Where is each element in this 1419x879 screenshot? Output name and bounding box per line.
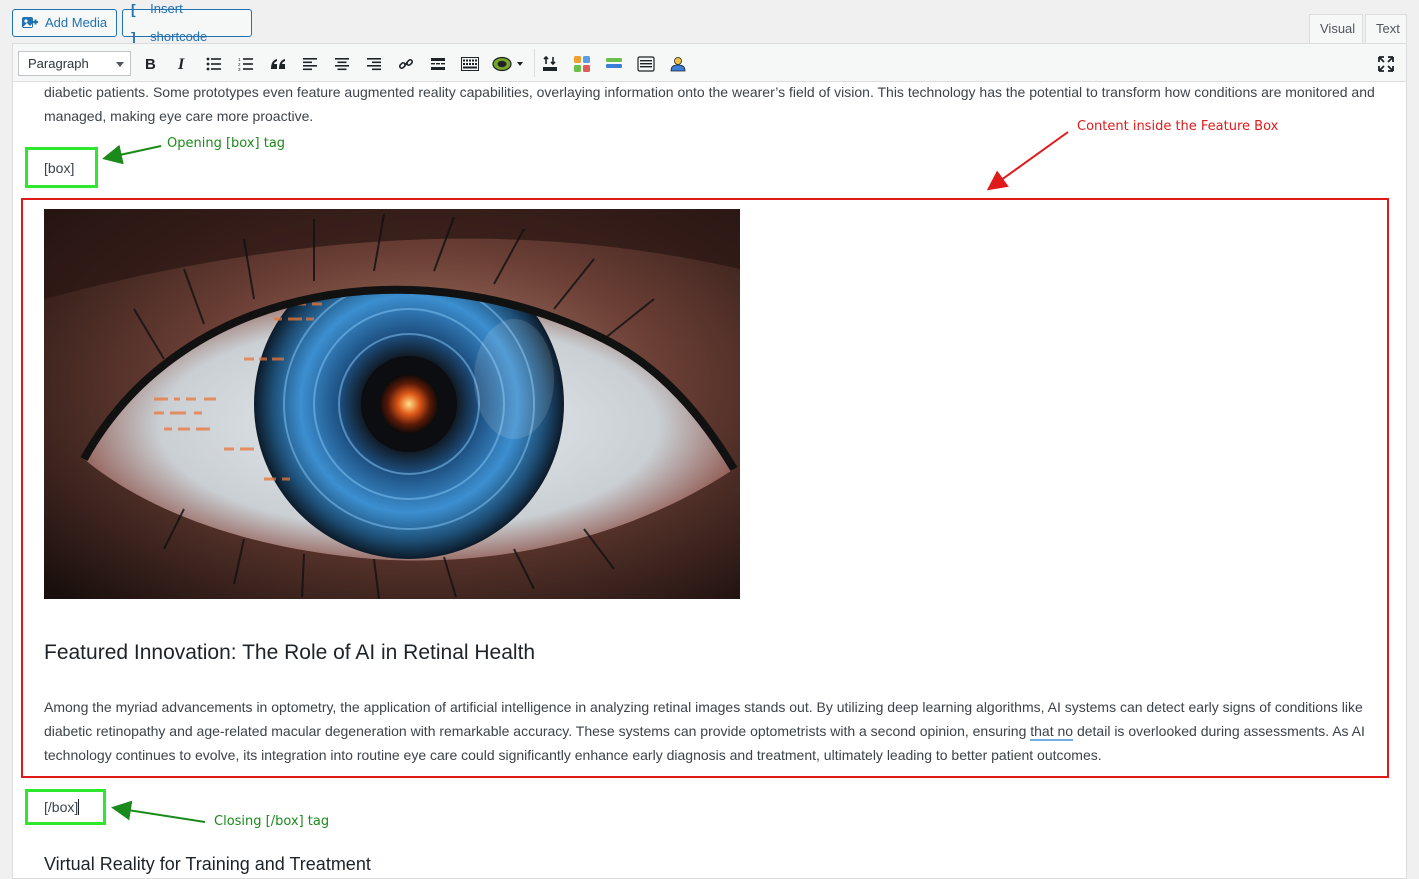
link-button[interactable]	[393, 51, 419, 77]
format-select-value: Paragraph	[28, 56, 89, 71]
blocks-button[interactable]	[569, 51, 595, 77]
add-media-icon	[22, 17, 38, 28]
bold-icon: B	[145, 57, 156, 71]
editor-toolbar: Paragraph B I 1 2 3	[13, 44, 1406, 82]
table-icon	[637, 56, 655, 72]
closing-tag-annotation: Closing [/box] tag	[214, 814, 330, 829]
align-right-button[interactable]	[361, 51, 387, 77]
feature-heading: Featured Innovation: The Role of AI in R…	[44, 641, 536, 664]
align-left-icon	[303, 58, 317, 71]
upload-icon	[543, 56, 557, 71]
bulleted-list-icon	[206, 57, 221, 71]
toolbar-separator	[534, 49, 535, 77]
feature-line-1: Among the myriad advancements in optomet…	[44, 699, 1363, 715]
toolbar-toggle-icon	[461, 57, 479, 71]
user-icon	[670, 57, 686, 72]
spellcheck-highlight[interactable]: that no	[1030, 723, 1074, 741]
plugin-icon	[492, 56, 523, 72]
closing-tag-highlight	[25, 789, 106, 825]
svg-text:3: 3	[238, 67, 241, 71]
format-select[interactable]: Paragraph	[18, 51, 131, 76]
bold-button[interactable]: B	[137, 51, 163, 77]
feature-line-2b: detail is overlooked during assessments.…	[1073, 723, 1365, 739]
layers-icon	[606, 58, 622, 68]
numbered-list-icon: 1 2 3	[238, 57, 253, 71]
link-icon	[398, 58, 414, 70]
add-media-button[interactable]: Add Media	[12, 9, 117, 37]
toolbar-toggle-button[interactable]	[457, 51, 483, 77]
blockquote-button[interactable]	[265, 51, 291, 77]
tab-text[interactable]: Text	[1365, 14, 1407, 44]
editor-content[interactable]: diabetic patients. Some prototypes even …	[13, 82, 1406, 878]
numbered-list-button[interactable]: 1 2 3	[233, 51, 259, 77]
blockquote-icon	[271, 59, 285, 69]
align-center-icon	[335, 58, 349, 71]
editor-area: Paragraph B I 1 2 3 diabetic patients. S…	[12, 43, 1407, 879]
svg-text:I: I	[177, 57, 185, 71]
fullscreen-icon	[1378, 56, 1394, 72]
fullscreen-button[interactable]	[1373, 51, 1399, 77]
feature-line-3: technology continues to evolve, its inte…	[44, 747, 1102, 763]
eye-image-graphic	[44, 209, 740, 599]
align-center-button[interactable]	[329, 51, 355, 77]
eye-image[interactable]	[44, 209, 740, 599]
user-button[interactable]	[665, 51, 691, 77]
blocks-icon	[574, 56, 590, 72]
editor-topbar: Add Media [ ] Insert shortcode Visual Te…	[0, 0, 1419, 45]
chevron-down-icon	[116, 62, 124, 67]
feature-line-2a: diabetic retinopathy and age-related mac…	[44, 723, 1031, 739]
italic-button[interactable]: I	[169, 51, 195, 77]
next-section-heading: Virtual Reality for Training and Treatme…	[44, 854, 371, 874]
feature-paragraph: Among the myriad advancements in optomet…	[44, 695, 1384, 767]
upload-button[interactable]	[537, 51, 563, 77]
align-left-button[interactable]	[297, 51, 323, 77]
table-button[interactable]	[633, 51, 659, 77]
read-more-button[interactable]	[425, 51, 451, 77]
tab-visual[interactable]: Visual	[1309, 14, 1363, 44]
feature-content-annotation: Content inside the Feature Box	[1077, 119, 1279, 134]
align-right-icon	[367, 58, 381, 71]
add-media-label: Add Media	[45, 15, 108, 30]
read-more-icon	[431, 58, 445, 70]
layers-button[interactable]	[601, 51, 627, 77]
svg-text:B: B	[145, 57, 156, 71]
opening-tag-annotation: Opening [box] tag	[167, 136, 286, 151]
plugin-dropdown-button[interactable]	[489, 51, 529, 77]
bulleted-list-button[interactable]	[201, 51, 227, 77]
feature-line-2: diabetic retinopathy and age-related mac…	[44, 719, 1384, 743]
opening-tag-highlight	[25, 147, 98, 188]
insert-shortcode-button[interactable]: [ ] Insert shortcode	[122, 1, 252, 45]
intro-line-1: diabetic patients. Some prototypes even …	[44, 84, 1375, 100]
italic-icon: I	[177, 57, 185, 71]
